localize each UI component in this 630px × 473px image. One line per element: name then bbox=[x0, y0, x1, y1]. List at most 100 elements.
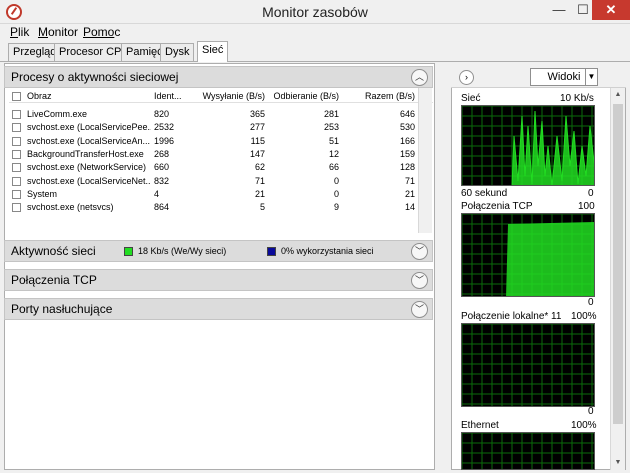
network-activity-header[interactable]: Aktywność sieci 18 Kb/s (We/Wy sieci) 0%… bbox=[4, 240, 433, 262]
cell-recv: 0 bbox=[333, 175, 339, 186]
scroll-down-icon[interactable]: ▼ bbox=[611, 456, 625, 470]
cell-image: System bbox=[27, 188, 58, 199]
listening-ports-header[interactable]: Porty nasłuchujące ﹀ bbox=[4, 298, 433, 320]
cell-send: 277 bbox=[249, 122, 265, 133]
row-checkbox[interactable] bbox=[12, 110, 21, 119]
legend-green-box bbox=[124, 247, 133, 256]
graph-local-conn-min: 0 bbox=[588, 406, 594, 417]
select-all-checkbox[interactable] bbox=[12, 92, 21, 101]
col-total[interactable]: Razem (B/s) bbox=[341, 90, 415, 103]
row-checkbox[interactable] bbox=[12, 203, 21, 213]
cell-image: LiveComm.exe bbox=[27, 109, 88, 119]
cell-pid: 4 bbox=[154, 188, 160, 199]
graph-local-conn-max: 100% bbox=[571, 311, 597, 322]
table-row[interactable]: svchost.exe (LocalServicePee... 2532 277 25… bbox=[9, 121, 417, 134]
graph-network-title: Sieć bbox=[461, 93, 481, 104]
menu-help-rest: c bbox=[114, 25, 121, 39]
cell-total: 159 bbox=[399, 148, 415, 159]
chevron-down-icon[interactable]: ﹀ bbox=[411, 272, 428, 289]
menu-file[interactable]: Plik bbox=[10, 25, 29, 39]
cell-recv: 66 bbox=[328, 162, 339, 173]
cell-send: 5 bbox=[259, 202, 265, 213]
col-send[interactable]: Wysyłanie (B/s) bbox=[195, 90, 265, 103]
tab-bar: Przegląd Procesor CPU Pamięć Dysk Sieć bbox=[0, 40, 630, 62]
cell-send: 115 bbox=[250, 135, 265, 146]
window-title: Monitor zasobów bbox=[262, 4, 368, 20]
tab-disk[interactable]: Dysk bbox=[160, 43, 195, 61]
cell-pid: 2532 bbox=[154, 122, 175, 133]
row-checkbox[interactable] bbox=[12, 149, 21, 159]
cell-image: svchost.exe (NetworkService) bbox=[27, 162, 147, 173]
cell-recv: 51 bbox=[328, 135, 339, 146]
cell-image: svchost.exe (netsvcs) bbox=[27, 202, 114, 213]
cell-recv: 253 bbox=[323, 122, 339, 133]
cell-pid: 864 bbox=[154, 202, 170, 213]
chevron-down-icon[interactable]: ﹀ bbox=[411, 243, 428, 260]
process-table-scrollbar[interactable] bbox=[418, 88, 432, 233]
cell-send: 147 bbox=[249, 148, 265, 159]
cell-send: 21 bbox=[254, 188, 265, 199]
table-row[interactable]: svchost.exe (LocalServiceNet... 832 71 0 71 bbox=[9, 175, 417, 188]
processes-title: Procesy o aktywności sieciowej bbox=[11, 70, 179, 84]
graphs-scrollbar[interactable]: ▲ ▼ bbox=[610, 88, 625, 470]
graph-ethernet-svg bbox=[462, 433, 594, 469]
chevron-down-icon[interactable]: ﹀ bbox=[411, 301, 428, 318]
row-checkbox[interactable] bbox=[12, 189, 21, 199]
col-image[interactable]: Obraz bbox=[27, 90, 147, 103]
cell-send: 71 bbox=[254, 175, 265, 186]
graph-ethernet bbox=[461, 432, 595, 470]
scroll-up-icon[interactable]: ▲ bbox=[611, 88, 625, 102]
views-dropdown-icon[interactable]: ▼ bbox=[585, 68, 598, 86]
row-checkbox[interactable] bbox=[12, 136, 21, 146]
scroll-thumb[interactable] bbox=[613, 104, 623, 424]
tcp-connections-header[interactable]: Połączenia TCP ﹀ bbox=[4, 269, 433, 291]
graph-local-conn bbox=[461, 323, 595, 407]
row-checkbox[interactable] bbox=[12, 123, 21, 133]
cell-total: 646 bbox=[399, 109, 415, 119]
cell-total: 530 bbox=[399, 122, 415, 133]
cell-send: 62 bbox=[254, 162, 265, 173]
chevron-up-icon[interactable]: ︿ bbox=[411, 69, 428, 86]
cell-pid: 1996 bbox=[154, 135, 175, 146]
cell-image: BackgroundTransferHost.exe bbox=[27, 148, 144, 159]
row-checkbox[interactable] bbox=[12, 163, 21, 173]
cell-image: svchost.exe (LocalServiceAn... bbox=[27, 135, 151, 146]
menu-monitor[interactable]: Monitor bbox=[38, 25, 78, 39]
table-row[interactable]: BackgroundTransferHost.exe 268 147 12 159 bbox=[9, 148, 417, 161]
cell-total: 166 bbox=[399, 135, 415, 146]
cell-recv: 0 bbox=[333, 188, 339, 199]
row-checkbox[interactable] bbox=[12, 176, 21, 186]
close-button[interactable]: ✕ bbox=[592, 0, 630, 20]
col-recv[interactable]: Odbieranie (B/s) bbox=[267, 90, 339, 103]
listening-ports-title: Porty nasłuchujące bbox=[11, 302, 113, 316]
graph-ethernet-max: 100% bbox=[571, 420, 597, 431]
table-row[interactable]: svchost.exe (NetworkService) 660 62 66 128 bbox=[9, 161, 417, 174]
graph-network-svg bbox=[462, 106, 594, 185]
table-row[interactable]: svchost.exe (netsvcs) 864 5 9 14 bbox=[9, 201, 417, 214]
menu-monitor-rest: onitor bbox=[48, 25, 79, 39]
graph-tcp bbox=[461, 213, 595, 297]
legend-blue-box bbox=[267, 247, 276, 256]
graph-local-conn-svg bbox=[462, 324, 594, 406]
graph-tcp-max: 100 bbox=[578, 201, 595, 212]
cell-total: 21 bbox=[404, 188, 415, 199]
menu-help[interactable]: Pomoc bbox=[83, 25, 120, 39]
cell-pid: 268 bbox=[154, 148, 170, 159]
graph-tcp-title: Połączenia TCP bbox=[461, 201, 533, 212]
cell-total: 128 bbox=[399, 162, 415, 173]
graph-network-max: 10 Kb/s bbox=[560, 93, 594, 104]
graph-tcp-svg bbox=[462, 214, 594, 296]
chevron-right-icon[interactable]: › bbox=[459, 70, 474, 85]
tab-network[interactable]: Sieć bbox=[197, 41, 229, 62]
cell-total: 14 bbox=[404, 202, 415, 213]
graph-tcp-min: 0 bbox=[588, 297, 594, 308]
col-pid[interactable]: Ident... bbox=[154, 90, 194, 103]
table-row[interactable]: System 4 21 0 21 bbox=[9, 188, 417, 201]
cell-send: 365 bbox=[249, 109, 265, 119]
table-header: Obraz Ident... Wysyłanie (B/s) Odbierani… bbox=[9, 90, 433, 103]
table-row[interactable]: LiveComm.exe 820 365 281 646 bbox=[9, 108, 417, 121]
table-row[interactable]: svchost.exe (LocalServiceAn... 1996 115 51 1… bbox=[9, 135, 417, 148]
processes-header[interactable]: Procesy o aktywności sieciowej ︿ bbox=[4, 66, 433, 88]
minimize-button[interactable]: — bbox=[546, 0, 572, 20]
cell-pid: 820 bbox=[154, 109, 170, 119]
